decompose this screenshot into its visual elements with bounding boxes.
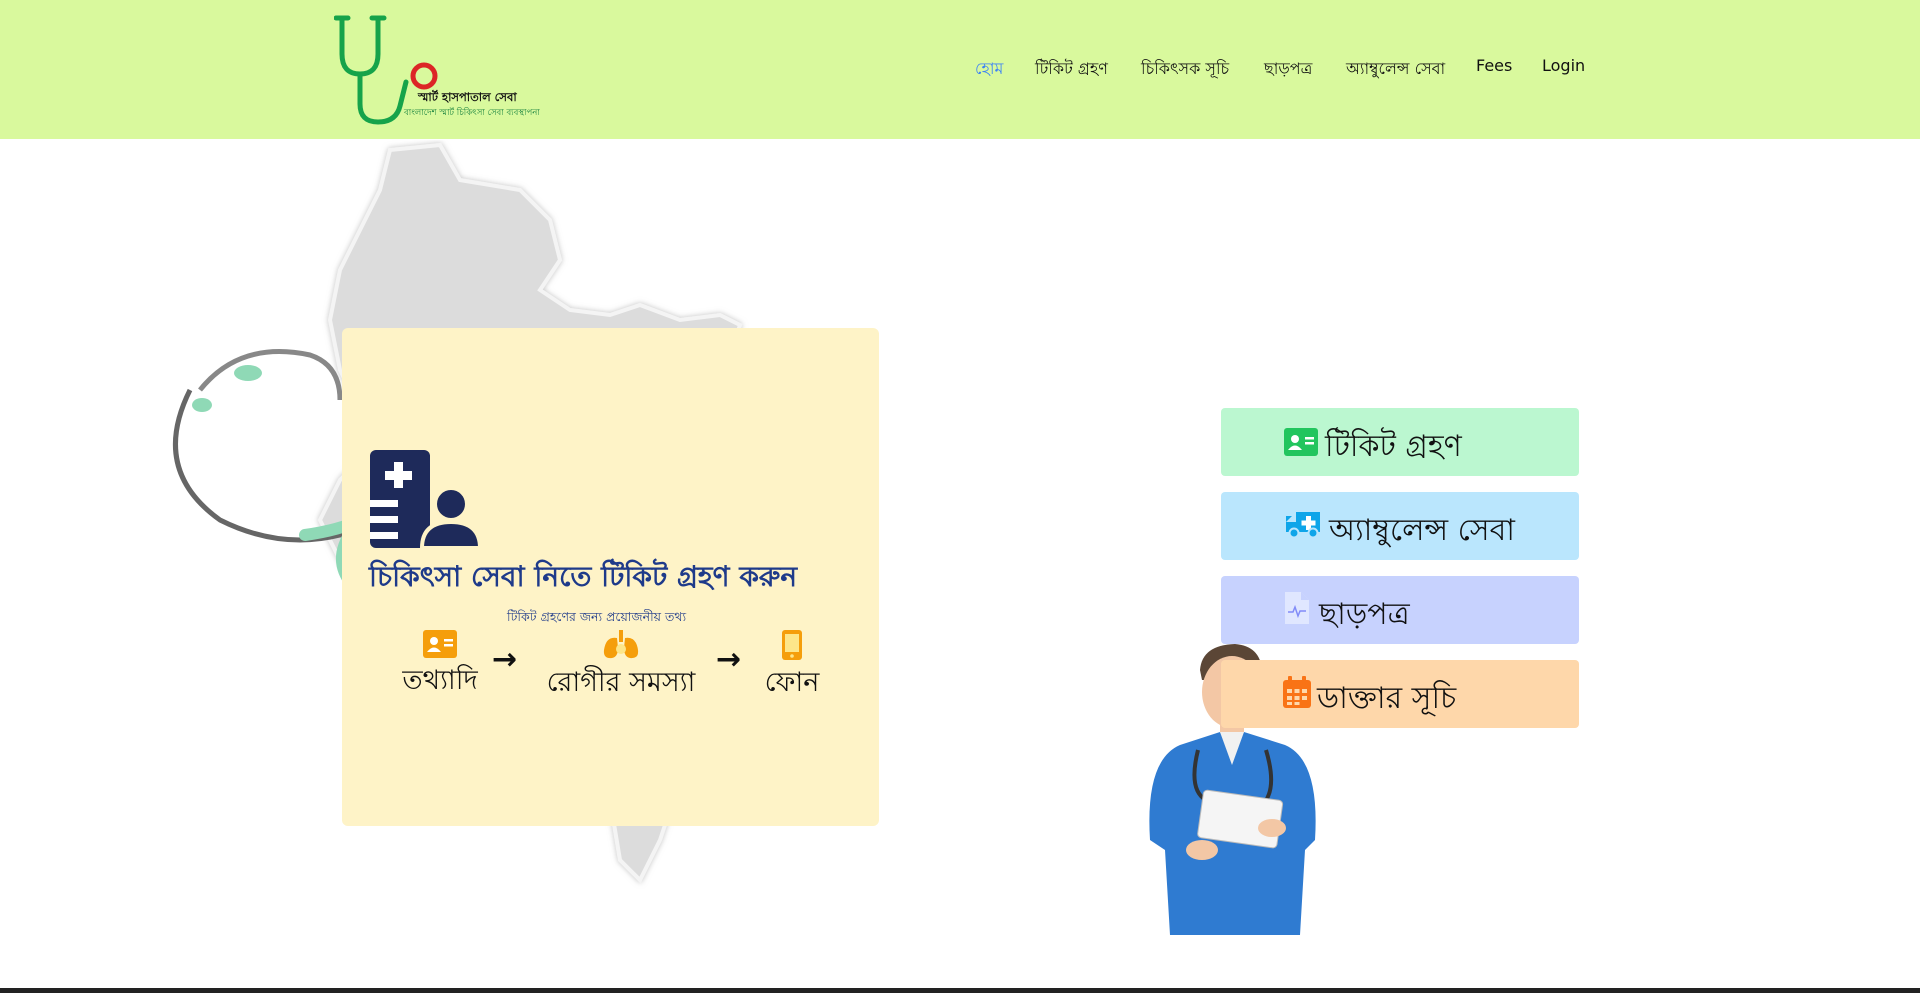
step-phone-label: ফোন <box>764 667 820 698</box>
nav-fees[interactable]: Fees <box>1476 56 1512 75</box>
discharge-button-label: ছাড়পত্র <box>1319 597 1410 632</box>
arrow-right-icon: → <box>492 642 518 677</box>
medical-file-icon <box>1285 592 1309 624</box>
nav-ticket[interactable]: টিকিট গ্রহণ <box>1035 56 1108 83</box>
ticket-card-title: চিকিৎসা সেবা নিতে টিকিট গ্রহণ করুন <box>369 560 798 593</box>
nav-ambulance[interactable]: অ্যাম্বুলেন্স সেবা <box>1346 56 1445 83</box>
discharge-button[interactable]: ছাড়পত্র <box>1221 576 1579 644</box>
nav-doctor-schedule[interactable]: চিকিৎসক সূচি <box>1141 56 1229 83</box>
nav-discharge[interactable]: ছাড়পত্র <box>1264 56 1312 83</box>
nav-login[interactable]: Login <box>1542 56 1585 75</box>
ticket-button[interactable]: টিকিট গ্রহণ <box>1221 408 1579 476</box>
step-patient-problem: রোগীর সমস্যা <box>538 630 704 707</box>
medical-clipboard-doctor-icon <box>370 450 480 548</box>
ambulance-button[interactable]: অ্যাম্বুলেন্স সেবা <box>1221 492 1579 560</box>
ambulance-button-label: অ্যাম্বুলেন্স সেবা <box>1329 513 1515 548</box>
ticket-card-subtitle: টিকিট গ্রহণের জন্য প্রয়োজনীয় তথ্য <box>507 609 687 624</box>
main-nav: হোম টিকিট গ্রহণ চিকিৎসক সূচি ছাড়পত্র অ্… <box>0 56 1920 80</box>
page-bottom-edge <box>0 988 1920 993</box>
arrow-right-icon: → <box>716 642 742 677</box>
id-card-icon <box>1284 428 1318 456</box>
lungs-icon <box>603 630 639 659</box>
step-phone: ফোন <box>758 630 826 707</box>
step-information-label: তথ্যাদি <box>402 665 478 696</box>
id-card-icon <box>423 630 457 658</box>
phone-icon <box>782 630 802 660</box>
site-header: স্মার্ট হাসপাতাল সেবা বাংলাদেশ স্মার্ট চ… <box>0 0 1920 139</box>
nav-home[interactable]: হোম <box>975 56 1003 83</box>
step-information: তথ্যাদি <box>396 630 484 705</box>
ambulance-icon <box>1286 512 1320 539</box>
logo-subtitle: বাংলাদেশ স্মার্ট চিকিৎসা সেবা ব্যবস্থাপন… <box>404 108 540 118</box>
step-patient-problem-label: রোগীর সমস্যা <box>546 667 696 698</box>
doctor-schedule-button-label: ডাক্তার সূচি <box>1317 681 1457 716</box>
calendar-icon <box>1283 676 1311 708</box>
ticket-button-label: টিকিট গ্রহণ <box>1325 429 1462 464</box>
doctor-schedule-button[interactable]: ডাক্তার সূচি <box>1221 660 1579 728</box>
